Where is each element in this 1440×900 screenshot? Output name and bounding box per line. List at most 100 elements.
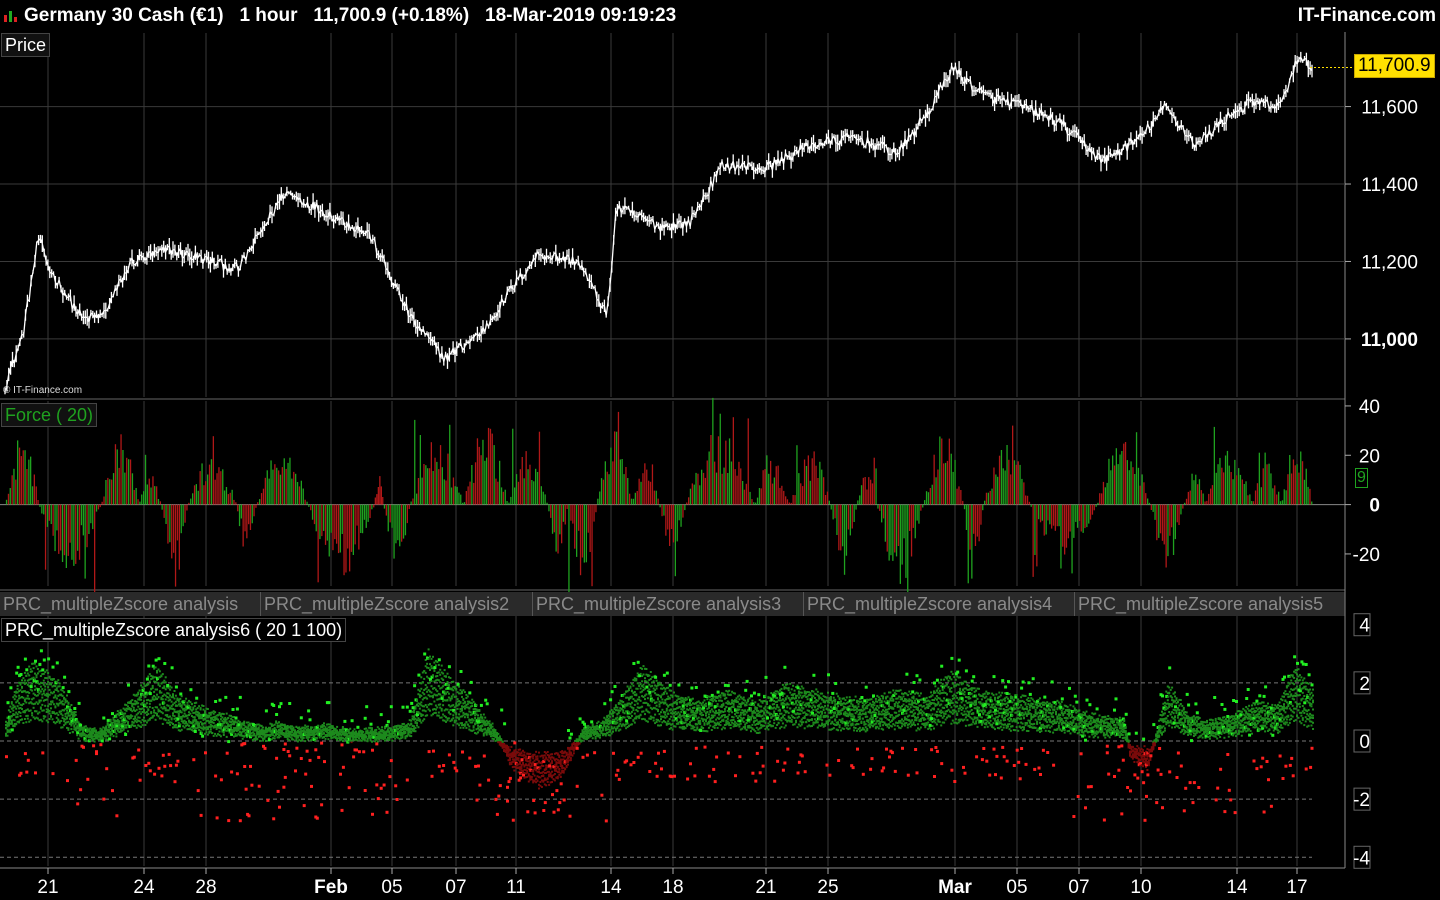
force-bar: [356, 504, 358, 526]
zscore-dot: [264, 740, 267, 742]
force-bar: [423, 464, 425, 505]
zscore-dot: [386, 720, 390, 724]
zscore-dot: [47, 672, 50, 674]
force-bar: [753, 502, 755, 505]
zscore-dot: [22, 722, 25, 724]
force-bar: [225, 487, 228, 505]
force-bar: [321, 504, 323, 537]
force-bar: [7, 493, 10, 505]
zscore-dot: [167, 719, 170, 722]
zscore-dot: [42, 717, 45, 720]
force-bar: [984, 500, 986, 505]
zscore-dot: [161, 673, 164, 676]
x-tick-label: 07: [445, 877, 466, 898]
zscore-dot: [109, 718, 112, 721]
zscore-dot: [22, 677, 25, 680]
force-bar: [540, 486, 542, 505]
zscore-dot: [140, 712, 143, 715]
zscore-dot: [164, 698, 167, 701]
zscore-dot: [158, 703, 161, 706]
zscore-dot: [533, 811, 537, 815]
force-bar: [857, 500, 859, 505]
force-bar: [18, 447, 21, 505]
zscore-dot: [42, 672, 45, 675]
zscore-dot: [394, 784, 398, 788]
zscore-dot: [153, 714, 156, 717]
zscore-dot: [461, 709, 463, 712]
force-bar: [708, 451, 710, 505]
zscore-dot: [157, 657, 161, 661]
force-bar: [646, 469, 648, 505]
zscore-dot: [74, 713, 77, 716]
zscore-dot: [63, 691, 66, 694]
zscore-dot: [93, 727, 96, 730]
force-bar: [544, 494, 546, 505]
force-bar: [632, 498, 635, 505]
zscore-dot: [70, 724, 73, 727]
force-bar: [389, 504, 391, 523]
zscore-dot: [173, 697, 176, 700]
zscore-dot: [439, 673, 442, 676]
force-bar: [1204, 501, 1206, 505]
force-bar: [341, 504, 343, 534]
force-bar: [695, 472, 697, 505]
zscore-dot: [31, 670, 34, 673]
zscore-dot: [609, 734, 612, 737]
force-bar: [349, 504, 351, 572]
zscore-dot: [565, 766, 568, 769]
force-bar: [995, 474, 997, 505]
force-bar: [566, 504, 568, 509]
force-bar: [621, 459, 623, 505]
force-bar: [148, 478, 150, 505]
force-bar: [5, 499, 8, 505]
zscore-dot: [243, 721, 246, 724]
zscore-dot: [604, 734, 607, 737]
zscore-dot: [267, 738, 271, 742]
force-bar: [1206, 500, 1208, 505]
zscore-dot: [533, 763, 537, 767]
force-bar: [864, 477, 866, 505]
force-bar: [678, 504, 680, 521]
zscore-dot: [15, 722, 18, 725]
force-bar: [82, 504, 84, 536]
zscore-dot: [452, 760, 456, 764]
zscore-dot: [401, 705, 405, 709]
zscore-dot: [134, 715, 137, 718]
force-bar: [805, 466, 808, 505]
zscore-dot: [508, 776, 512, 780]
zscore-dot: [310, 784, 313, 788]
force-bar: [894, 504, 896, 553]
force-bar: [1039, 504, 1042, 523]
zscore-dot: [546, 780, 549, 783]
force-bar: [599, 491, 601, 505]
force-bar: [244, 504, 246, 532]
force-bar: [1002, 468, 1004, 505]
zscore-dot: [542, 756, 545, 759]
force-bar: [363, 504, 366, 520]
zscore-dot: [186, 717, 189, 720]
force-bar: [1298, 472, 1300, 505]
zscore-dot: [437, 764, 441, 768]
force-bar: [899, 504, 901, 584]
force-bar: [714, 461, 716, 505]
chart-canvas[interactable]: 21 24 28 Feb 05 07 11 14 18 21 25 Mar 05 07 10 14 1711,0…: [0, 0, 1440, 900]
x-tick-label: Feb: [314, 877, 348, 898]
zscore-dot: [153, 772, 157, 776]
zscore-dot: [31, 714, 34, 717]
zscore-dot: [508, 748, 511, 751]
zscore-dot: [389, 705, 393, 709]
zscore-dot: [157, 696, 160, 699]
zscore-dot: [148, 692, 152, 696]
zscore-dot: [426, 697, 429, 700]
force-bar: [572, 504, 574, 524]
zscore-dot: [463, 716, 466, 719]
zscore-dot: [84, 725, 87, 728]
force-bar: [52, 504, 54, 536]
force-bar: [717, 436, 720, 505]
zscore-dot: [533, 753, 536, 756]
zscore-dot: [147, 683, 150, 686]
zscore-dot: [479, 703, 483, 707]
force-bar: [1245, 481, 1247, 505]
force-bar: [129, 459, 132, 505]
force-bar: [30, 456, 32, 505]
